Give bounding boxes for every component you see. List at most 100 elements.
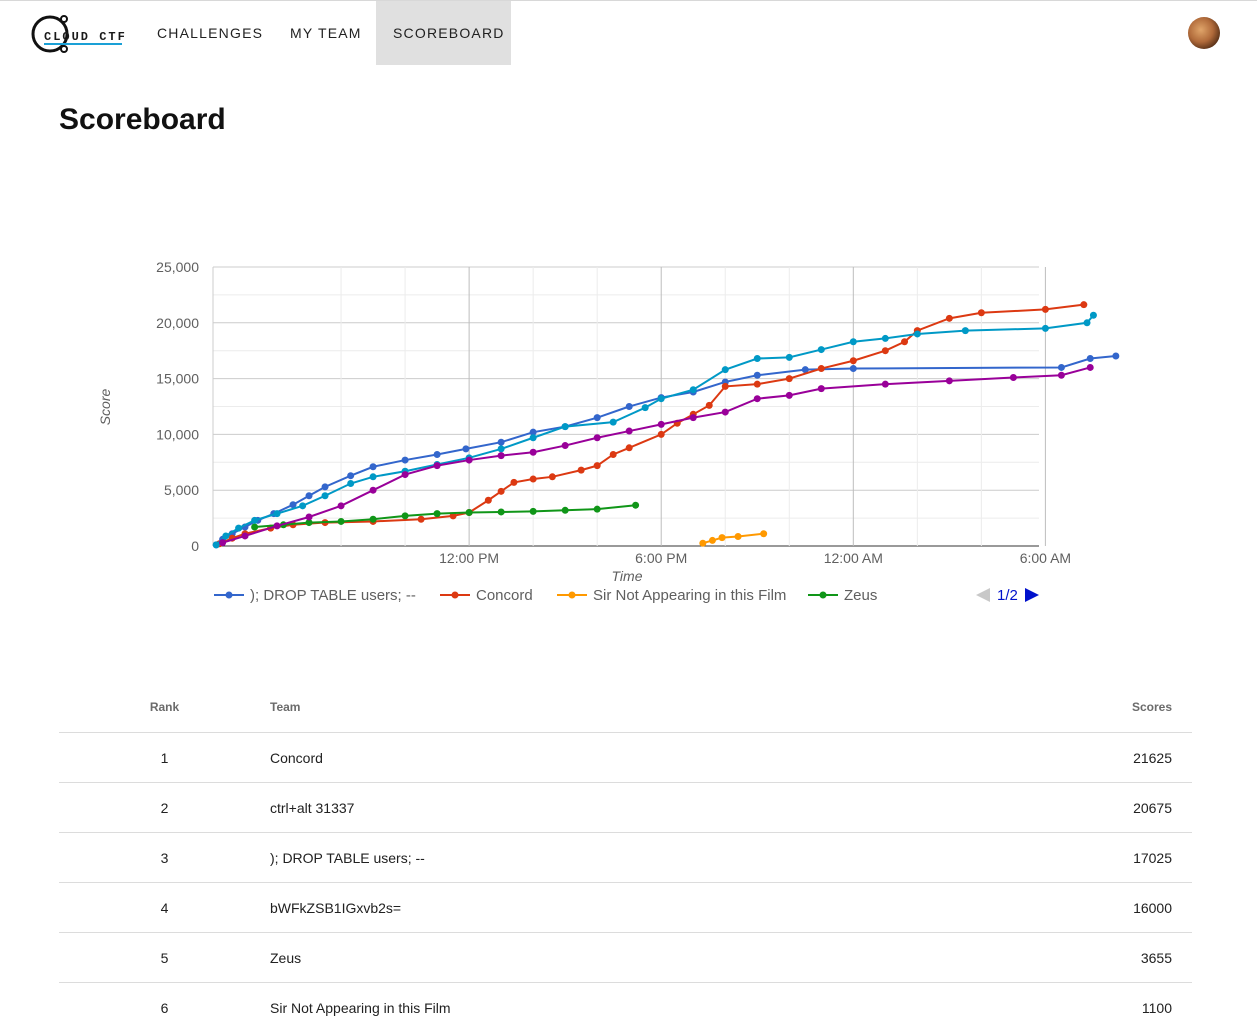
- rank-cell: 1: [59, 732, 270, 783]
- data-point: [785, 353, 793, 361]
- legend-item[interactable]: ); DROP TABLE users; --: [214, 587, 416, 604]
- legend-page-label: 1/2: [997, 587, 1018, 604]
- rank-cell: 6: [160, 999, 169, 1016]
- series-concord: [215, 301, 1088, 548]
- data-point: [1057, 363, 1065, 371]
- score-cell: 16000: [971, 882, 1192, 933]
- data-point: [625, 403, 633, 410]
- data-point: [577, 466, 585, 474]
- data-point: [945, 314, 953, 322]
- data-point: [1089, 311, 1097, 319]
- data-point: [369, 463, 377, 471]
- rank-cell: 5: [59, 932, 270, 983]
- data-point: [337, 502, 345, 510]
- team-cell[interactable]: Zeus: [270, 932, 971, 983]
- legend-label: Sir Not Appearing in this Film: [593, 587, 786, 604]
- data-point: [961, 327, 969, 335]
- team-cell[interactable]: ctrl+alt 31337: [270, 782, 971, 833]
- cloud-ctf-logo[interactable]: CLOUD CTF: [30, 9, 130, 59]
- score-chart: 0 5,000 10,000 15,000 20,000 25,000 12:00 PM 6…: [97, 259, 1120, 604]
- data-point: [785, 375, 793, 383]
- series-line: [219, 303, 1084, 545]
- table-row: 2 ctrl+alt 31337 20675: [59, 782, 1192, 833]
- logo-text: CLOUD CTF: [44, 30, 127, 44]
- score-cell: 1100: [1141, 999, 1172, 1016]
- nav-my-team[interactable]: MY TEAM: [273, 1, 379, 65]
- table-row: 1 Concord 21625: [59, 732, 1192, 783]
- series-line: [222, 366, 1091, 544]
- data-point: [465, 509, 473, 517]
- data-point: [561, 423, 569, 431]
- data-point: [689, 414, 697, 422]
- data-point: [401, 512, 409, 520]
- data-point: [273, 510, 281, 518]
- data-point: [625, 444, 633, 452]
- legend-prev-icon[interactable]: [976, 588, 990, 602]
- data-point: [369, 515, 377, 523]
- data-point: [465, 456, 473, 464]
- data-point: [760, 530, 768, 538]
- data-point: [561, 442, 569, 450]
- nav-challenges[interactable]: CHALLENGES: [140, 1, 280, 65]
- data-point: [497, 452, 505, 460]
- data-point: [734, 533, 742, 541]
- header-team[interactable]: Team: [270, 681, 971, 733]
- y-tick-label: 25,000: [156, 259, 199, 275]
- data-point: [708, 536, 716, 544]
- data-point: [753, 380, 761, 388]
- nav-scoreboard[interactable]: SCOREBOARD: [376, 1, 511, 65]
- data-point: [641, 404, 649, 412]
- data-point: [273, 522, 281, 530]
- legend-label: Concord: [476, 587, 533, 604]
- legend-marker: [819, 591, 827, 599]
- data-point: [529, 475, 537, 483]
- data-point: [657, 430, 665, 438]
- data-point: [625, 427, 633, 435]
- data-point: [945, 377, 953, 385]
- data-point: [913, 330, 921, 338]
- data-point: [1041, 305, 1049, 313]
- data-point: [753, 371, 761, 379]
- data-point: [497, 445, 505, 453]
- legend-pager: 1/2: [976, 587, 1039, 604]
- header-scores[interactable]: Scores: [971, 681, 1192, 733]
- data-point: [1041, 324, 1049, 332]
- legend-item[interactable]: Concord: [440, 587, 533, 604]
- rank-cell: 4: [59, 882, 270, 933]
- team-cell[interactable]: Concord: [270, 732, 971, 783]
- data-point: [593, 462, 601, 470]
- data-point: [593, 414, 601, 422]
- header-rank[interactable]: Rank: [59, 681, 270, 733]
- user-avatar-icon[interactable]: [1188, 17, 1220, 49]
- data-point: [817, 365, 825, 373]
- x-tick-label: 12:00 PM: [439, 550, 499, 566]
- chart-legend: ); DROP TABLE users; -- Concord Sir Not Ap…: [214, 587, 877, 604]
- legend-item[interactable]: Sir Not Appearing in this Film: [557, 587, 786, 604]
- data-point: [632, 501, 640, 509]
- data-point: [901, 338, 909, 346]
- data-point: [593, 505, 601, 513]
- data-point: [657, 395, 665, 403]
- data-point: [529, 448, 537, 456]
- data-point: [1080, 301, 1088, 309]
- data-point: [881, 347, 889, 355]
- data-point: [484, 496, 492, 504]
- legend-item[interactable]: Zeus: [808, 587, 877, 604]
- data-point: [721, 408, 729, 416]
- data-point: [369, 486, 377, 494]
- y-tick-label: 5,000: [164, 482, 199, 498]
- legend-next-icon[interactable]: [1025, 588, 1039, 602]
- team-cell[interactable]: ); DROP TABLE users; --: [270, 832, 971, 883]
- data-point: [817, 385, 825, 393]
- data-point: [321, 492, 329, 500]
- data-point: [497, 508, 505, 516]
- data-point: [753, 355, 761, 363]
- y-tick-label: 20,000: [156, 315, 199, 331]
- data-point: [241, 532, 249, 540]
- team-cell[interactable]: Sir Not Appearing in this Film: [270, 983, 971, 1033]
- rank-cell: 2: [59, 782, 270, 833]
- data-point: [529, 434, 537, 442]
- team-cell[interactable]: bWFkZSB1IGxvb2s=: [270, 882, 971, 933]
- data-point: [705, 401, 713, 409]
- data-point: [1112, 352, 1120, 360]
